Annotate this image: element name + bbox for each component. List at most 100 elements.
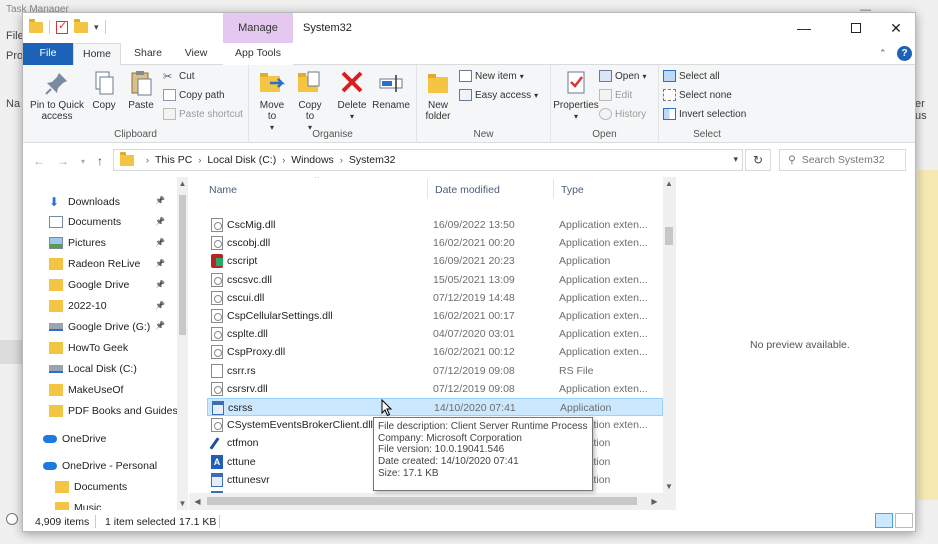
breadcrumb-item[interactable]: Windows <box>291 154 334 166</box>
customize-toolbar-icon[interactable]: ▾ <box>94 22 99 33</box>
pin-icon: 📌 <box>155 279 165 289</box>
table-row[interactable]: cscript 16/09/2021 20:23 Application <box>207 252 663 270</box>
breadcrumb-item[interactable]: Local Disk (C:) <box>207 154 276 166</box>
tab-home[interactable]: Home <box>73 43 121 66</box>
nav-item[interactable]: ⬇ Downloads 📌 <box>23 191 173 212</box>
column-divider[interactable] <box>427 179 428 199</box>
close-button[interactable]: ✕ <box>873 13 915 43</box>
breadcrumb-separator[interactable]: › <box>198 155 201 165</box>
address-bar[interactable]: › This PC › Local Disk (C:) › Windows › System… <box>113 149 743 171</box>
address-dropdown-icon[interactable]: ▾ <box>733 154 738 165</box>
file-list-scrollbar[interactable]: ▲ ▼ <box>663 177 675 493</box>
tab-view[interactable]: View <box>173 43 219 65</box>
select-none-button[interactable]: Select none <box>663 89 732 101</box>
nav-item[interactable]: Radeon ReLive 📌 <box>23 254 173 275</box>
tab-file[interactable]: File <box>23 43 73 65</box>
table-row[interactable]: csrsrv.dll 07/12/2019 09:08 Application ex… <box>207 380 663 398</box>
file-type: RS File <box>559 364 594 377</box>
paste-button[interactable]: Paste <box>125 69 157 111</box>
address-bar-row: ← → ▾ ↑ › This PC › Local Disk (C:) › Window… <box>23 143 915 177</box>
copy-to-button[interactable]: Copy to ▾ <box>293 69 327 133</box>
nav-item[interactable]: Documents 📌 <box>23 212 173 233</box>
horizontal-scrollbar[interactable]: ◀ ▶ <box>189 493 675 510</box>
quick-access-toolbar: ▾ <box>29 18 106 34</box>
table-row[interactable]: CspProxy.dll 16/02/2021 00:12 Application … <box>207 343 663 361</box>
paste-shortcut-button[interactable]: Paste shortcut <box>163 108 243 120</box>
nav-item[interactable]: Google Drive 📌 <box>23 275 173 296</box>
scroll-down-icon[interactable]: ▼ <box>663 482 675 491</box>
scroll-up-icon[interactable]: ▲ <box>663 179 675 188</box>
scroll-up-icon[interactable]: ▲ <box>177 179 188 188</box>
table-row[interactable]: CscMig.dll 16/09/2022 13:50 Application ex… <box>207 216 663 234</box>
scroll-down-icon[interactable]: ▼ <box>177 499 188 508</box>
new-group-label: New <box>473 129 494 140</box>
scrollbar-thumb[interactable] <box>207 497 637 505</box>
table-row[interactable]: cscui.dll 07/12/2019 14:48 Application ext… <box>207 289 663 307</box>
forward-button[interactable]: → <box>57 154 69 168</box>
tab-app-tools[interactable]: App Tools <box>223 43 293 65</box>
nav-item[interactable]: Pictures 📌 <box>23 233 173 254</box>
details-view-button[interactable] <box>875 513 893 528</box>
breadcrumb-item[interactable]: System32 <box>349 154 396 166</box>
new-folder-button[interactable]: New folder <box>423 69 453 122</box>
delete-button[interactable]: Delete ▾ <box>335 69 369 122</box>
nav-item[interactable]: Documents <box>23 477 173 498</box>
invert-selection-button[interactable]: Invert selection <box>663 108 746 120</box>
nav-item[interactable]: Google Drive (G:) 📌 <box>23 316 173 337</box>
column-date-modified[interactable]: Date modified <box>435 184 500 196</box>
table-row[interactable]: csrss 14/10/2020 07:41 Application <box>207 398 663 416</box>
table-row[interactable]: CspCellularSettings.dll 16/02/2021 00:17 A… <box>207 307 663 325</box>
nav-item[interactable]: MakeUseOf <box>23 379 173 400</box>
tab-share[interactable]: Share <box>125 43 171 65</box>
history-button[interactable]: History <box>599 108 646 120</box>
scrollbar-thumb[interactable] <box>179 195 186 335</box>
column-name[interactable]: Name <box>209 184 237 196</box>
minimize-button[interactable]: — <box>781 13 827 43</box>
new-folder-icon[interactable] <box>74 18 88 33</box>
easy-access-button[interactable]: Easy access ▾ <box>459 89 538 101</box>
nav-item[interactable]: Local Disk (C:) <box>23 358 173 379</box>
breadcrumb-item[interactable]: This PC <box>155 154 192 166</box>
pin-to-quick-access-button[interactable]: Pin to Quick access <box>29 69 85 122</box>
open-button[interactable]: Open ▾ <box>599 70 646 82</box>
copy-path-button[interactable]: Copy path <box>163 89 225 101</box>
scrollbar-thumb[interactable] <box>665 227 673 245</box>
rename-button[interactable]: Rename <box>371 69 411 111</box>
large-icons-view-button[interactable] <box>895 513 913 528</box>
edit-button[interactable]: Edit <box>599 89 632 101</box>
search-input[interactable]: ⚲ Search System32 <box>779 149 906 171</box>
copy-button[interactable]: Copy <box>89 69 119 111</box>
cut-button[interactable]: ✂ Cut <box>163 70 195 84</box>
select-all-button[interactable]: Select all <box>663 70 720 82</box>
scroll-left-icon[interactable]: ◀ <box>192 497 203 506</box>
task-manager-tab-fragment[interactable]: Pro <box>6 50 23 62</box>
new-item-button[interactable]: New item ▾ <box>459 70 524 82</box>
column-divider[interactable] <box>553 179 554 199</box>
refresh-button[interactable]: ↻ <box>745 149 771 171</box>
up-button[interactable]: ↑ <box>97 154 103 168</box>
navigation-scrollbar[interactable]: ▲ ▼ <box>177 177 188 510</box>
recent-locations-icon[interactable]: ▾ <box>81 157 85 166</box>
nav-item[interactable]: OneDrive - Personal <box>23 456 173 477</box>
column-type[interactable]: Type <box>561 184 584 196</box>
nav-item[interactable]: 2022-10 📌 <box>23 296 173 317</box>
scroll-right-icon[interactable]: ▶ <box>649 497 660 506</box>
table-row[interactable]: csrr.rs 07/12/2019 09:08 RS File <box>207 362 663 380</box>
breadcrumb-separator[interactable]: › <box>340 155 343 165</box>
nav-item[interactable]: PDF Books and Guides <box>23 400 177 421</box>
minimize-ribbon-icon[interactable]: ⌃ <box>879 48 887 59</box>
table-row[interactable]: csplte.dll 04/07/2020 03:01 Application ex… <box>207 325 663 343</box>
properties-icon[interactable] <box>56 19 68 34</box>
move-to-button[interactable]: Move to ▾ <box>255 69 289 133</box>
folder-icon[interactable] <box>29 18 43 33</box>
table-row[interactable]: cscsvc.dll 15/05/2021 13:09 Application ex… <box>207 271 663 289</box>
help-icon[interactable]: ? <box>897 46 912 61</box>
nav-item[interactable]: Music <box>23 498 173 510</box>
properties-button[interactable]: Properties ▾ <box>551 69 601 122</box>
table-row[interactable]: cscobj.dll 16/02/2021 00:20 Application ex… <box>207 234 663 252</box>
nav-item[interactable]: HowTo Geek <box>23 337 173 358</box>
back-button[interactable]: ← <box>33 154 45 168</box>
breadcrumb-separator[interactable]: › <box>282 155 285 165</box>
nav-item[interactable]: OneDrive <box>23 429 173 450</box>
fewer-details-icon[interactable] <box>6 513 18 525</box>
